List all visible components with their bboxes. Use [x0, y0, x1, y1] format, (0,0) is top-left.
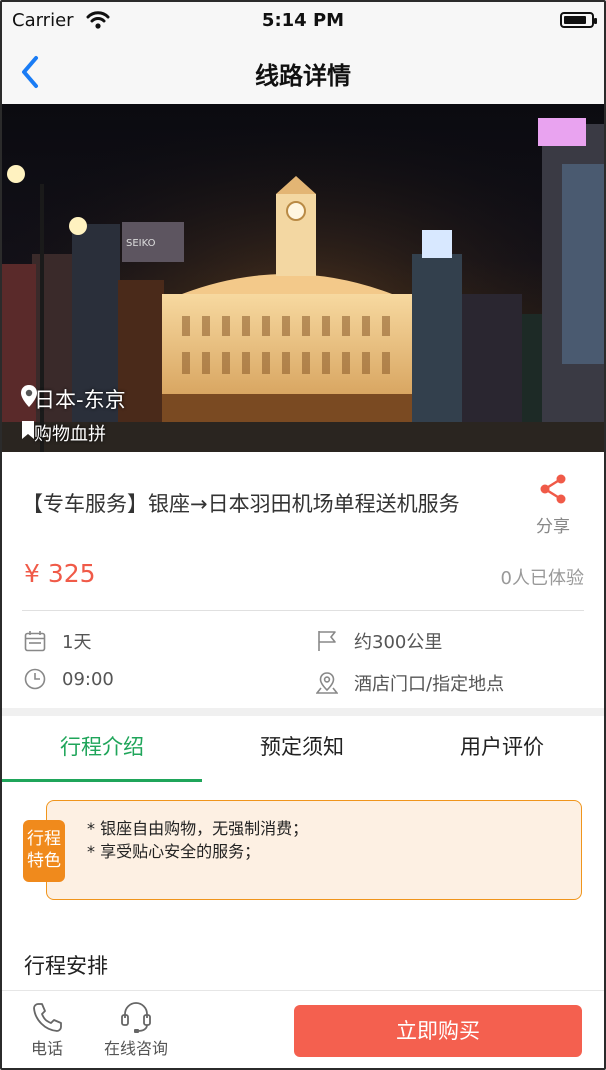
tab-itinerary[interactable]: 行程介绍 — [2, 716, 202, 782]
time-value: 09:00 — [62, 668, 114, 690]
buy-now-button[interactable]: 立即购买 — [294, 1005, 582, 1057]
app-screen: Carrier 5:14 PM 线路详情 SEIKO 日本-东京 购物血拼 【专… — [0, 0, 606, 1070]
map-pin-icon — [316, 672, 338, 694]
feature-badge-line1: 行程 — [27, 829, 61, 849]
location-label: 日本-东京 — [34, 388, 126, 412]
svg-text:SEIKO: SEIKO — [126, 238, 156, 249]
share-button[interactable]: 分享 — [528, 474, 578, 537]
clock-icon — [24, 668, 46, 690]
location-row: 日本-东京 — [20, 384, 126, 414]
share-label: 分享 — [536, 517, 570, 537]
duration-item: 1天 — [24, 628, 91, 654]
calendar-icon — [24, 631, 46, 652]
feature-badge: 行程 特色 — [23, 820, 65, 882]
status-time: 5:14 PM — [261, 10, 345, 31]
status-bar: Carrier 5:14 PM — [2, 2, 604, 40]
tag-row: 购物血拼 — [20, 420, 106, 446]
divider — [22, 610, 584, 611]
feature-box: * 银座自由购物，无强制消费； * 享受贴心安全的服务； — [46, 800, 582, 900]
hero-image: SEIKO 日本-东京 购物血拼 — [2, 104, 604, 452]
phone-icon — [33, 1003, 62, 1032]
product-title: 【专车服务】银座→日本羽田机场单程送机服务 — [22, 492, 460, 516]
feature-line: * 享受贴心安全的服务； — [87, 842, 261, 861]
tab-booking-notice[interactable]: 预定须知 — [202, 716, 402, 782]
phone-button[interactable]: 电话 — [22, 999, 72, 1059]
share-icon — [540, 474, 566, 504]
distance-item: 约300公里 — [316, 628, 442, 654]
location-pin-icon — [21, 385, 37, 407]
schedule-title: 行程安排 — [24, 954, 108, 978]
distance-value: 约300公里 — [354, 632, 443, 653]
consult-button[interactable]: 在线咨询 — [100, 999, 172, 1059]
battery-icon — [560, 12, 597, 28]
tab-reviews[interactable]: 用户评价 — [402, 716, 602, 782]
phone-label: 电话 — [30, 1039, 63, 1058]
feature-line: * 银座自由购物，无强制消费； — [87, 819, 309, 838]
navigation-bar: 线路详情 — [2, 40, 604, 105]
page-title: 线路详情 — [255, 62, 351, 90]
headset-icon — [121, 1002, 151, 1033]
pickup-item: 酒店门口/指定地点 — [316, 670, 504, 696]
feature-badge-line2: 特色 — [27, 851, 61, 871]
price: ¥ 325 — [24, 559, 96, 588]
consult-label: 在线咨询 — [103, 1039, 168, 1058]
duration-value: 1天 — [62, 632, 92, 653]
tag-label: 购物血拼 — [34, 424, 106, 445]
bookmark-icon — [22, 421, 34, 439]
time-item: 09:00 — [24, 668, 114, 690]
section-gap — [2, 708, 604, 716]
tab-bar: 行程介绍 预定须知 用户评价 — [2, 716, 604, 783]
flag-icon — [318, 631, 336, 651]
pickup-value: 酒店门口/指定地点 — [354, 674, 505, 695]
experienced-count: 0人已体验 — [500, 568, 584, 589]
bottom-action-bar: 电话 在线咨询 立即购买 — [2, 990, 604, 1068]
